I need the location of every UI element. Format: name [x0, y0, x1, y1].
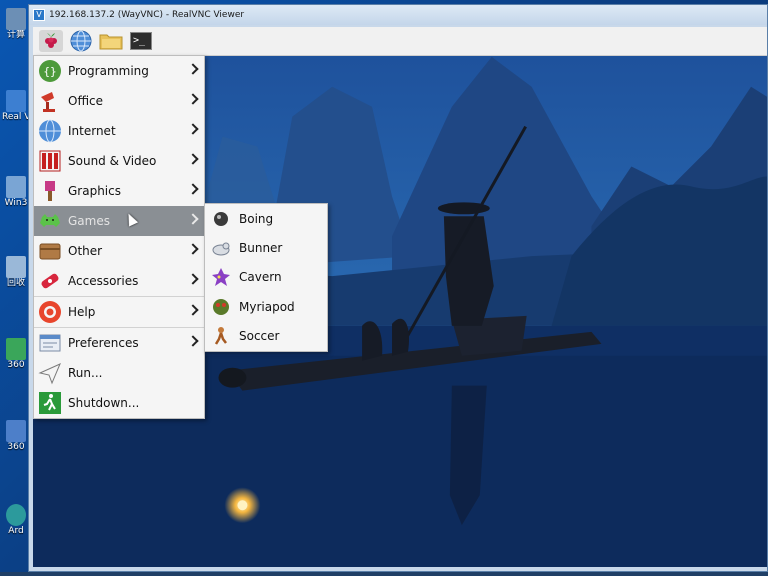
chevron-right-icon	[187, 304, 199, 316]
recycle-bin-icon	[6, 256, 26, 278]
host-taskbar	[0, 572, 768, 576]
menu-item-run[interactable]: Run...	[34, 358, 204, 388]
other-icon	[39, 243, 61, 260]
submenu-item-boing[interactable]: Boing	[205, 204, 327, 233]
host-desktop-icon-win32[interactable]: Win3	[4, 176, 28, 208]
accessories-icon	[41, 273, 59, 289]
soccer-icon	[214, 327, 227, 345]
chevron-right-icon	[187, 335, 199, 347]
menu-item-shutdown[interactable]: Shutdown...	[34, 388, 204, 418]
arduino-icon	[6, 504, 26, 526]
chevron-right-icon	[187, 273, 199, 285]
window-title: 192.168.137.2 (WayVNC) - RealVNC Viewer	[49, 10, 245, 20]
menu-item-other[interactable]: Other	[34, 236, 204, 266]
chevron-right-icon	[187, 243, 199, 255]
internet-icon	[39, 119, 61, 143]
app-icon	[6, 420, 26, 442]
submenu-item-cavern[interactable]: Cavern	[205, 263, 327, 292]
menu-item-sound-video[interactable]: Sound & Video	[34, 146, 204, 176]
svg-text:{}: {}	[43, 65, 56, 78]
boing-icon	[214, 211, 228, 226]
cavern-icon	[212, 268, 230, 287]
menu-item-help[interactable]: Help	[34, 297, 204, 327]
submenu-item-soccer[interactable]: Soccer	[205, 322, 327, 351]
shield-icon	[6, 338, 26, 360]
browser-button[interactable]	[69, 30, 93, 52]
raspberry-menu-button[interactable]	[39, 30, 63, 52]
menu-item-internet[interactable]: Internet	[34, 116, 204, 146]
sound-video-icon	[39, 150, 61, 172]
menu-item-accessories[interactable]: Accessories	[34, 266, 204, 296]
help-icon	[39, 301, 61, 323]
chevron-right-icon	[187, 183, 199, 195]
computer-icon	[6, 8, 26, 30]
myriapod-icon	[213, 298, 229, 315]
terminal-button[interactable]: >_	[129, 30, 153, 52]
globe-icon	[70, 30, 92, 52]
menu-item-graphics[interactable]: Graphics	[34, 176, 204, 206]
office-icon	[41, 92, 55, 112]
host-desktop-icon-computer[interactable]: 计算	[4, 8, 28, 40]
remote-desktop[interactable]: >_ {} Programming Office Internet Sound …	[33, 27, 767, 567]
taskbar-panel: >_	[33, 27, 767, 56]
preferences-icon	[39, 334, 61, 352]
window-titlebar[interactable]: V 192.168.137.2 (WayVNC) - RealVNC Viewe…	[29, 5, 767, 25]
host-desktop-icon-360-2[interactable]: 360	[4, 420, 28, 452]
chevron-right-icon	[187, 63, 199, 75]
app-icon	[6, 176, 26, 198]
chevron-right-icon	[187, 213, 199, 225]
games-submenu: Boing Bunner Cavern Myriapod Soccer	[204, 203, 328, 352]
chevron-right-icon	[187, 93, 199, 105]
menu-item-games[interactable]: Games	[34, 206, 204, 236]
realvnc-icon	[6, 90, 26, 112]
games-icon	[40, 214, 60, 227]
main-menu: {} Programming Office Internet Sound & V…	[33, 55, 205, 419]
chevron-right-icon	[187, 123, 199, 135]
raspberry-icon	[45, 33, 57, 48]
folder-icon	[99, 34, 123, 50]
host-desktop-icon-recycle-bin[interactable]: 回收	[4, 256, 28, 288]
bunner-icon	[212, 242, 230, 256]
menu-item-office[interactable]: Office	[34, 86, 204, 116]
submenu-item-myriapod[interactable]: Myriapod	[205, 292, 327, 321]
menu-item-preferences[interactable]: Preferences	[34, 328, 204, 358]
menu-item-programming[interactable]: {} Programming	[34, 56, 204, 86]
chevron-right-icon	[187, 153, 199, 165]
host-desktop-icon-realvnc[interactable]: Real Vie	[2, 90, 30, 122]
graphics-icon	[45, 181, 55, 201]
shutdown-icon	[39, 392, 61, 414]
submenu-item-bunner[interactable]: Bunner	[205, 233, 327, 262]
host-desktop-icon-360-security[interactable]: 360	[4, 338, 28, 370]
host-desktop-icon-arduino[interactable]: Ard	[4, 504, 28, 536]
vnc-viewer-window: V 192.168.137.2 (WayVNC) - RealVNC Viewe…	[28, 4, 768, 572]
vnc-icon: V	[33, 9, 45, 21]
programming-icon: {}	[39, 60, 61, 82]
run-icon	[38, 363, 61, 385]
terminal-icon: >_	[130, 32, 152, 50]
file-manager-button[interactable]	[99, 30, 123, 52]
